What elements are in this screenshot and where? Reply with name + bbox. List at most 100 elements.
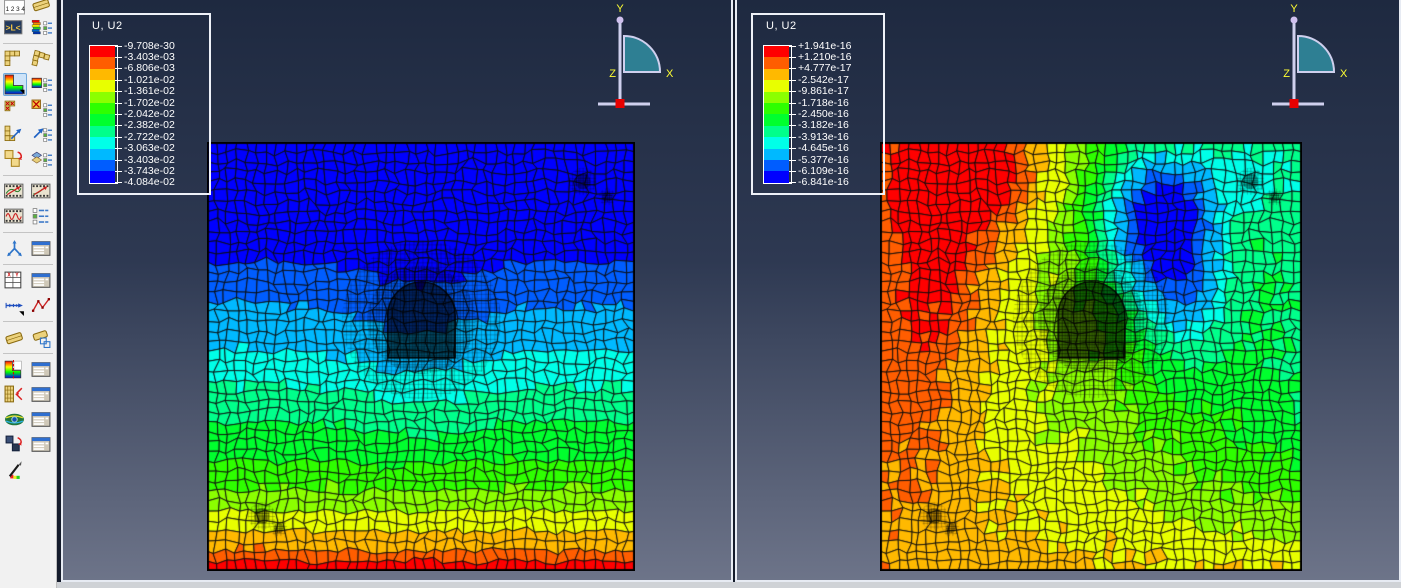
legend-tick <box>789 103 796 104</box>
plycopy-icon <box>31 327 52 348</box>
contour-options-button[interactable] <box>30 73 54 96</box>
stream-plot-button[interactable] <box>3 408 27 431</box>
triad-origin-icon <box>1290 99 1299 108</box>
triarrow-icon <box>4 238 25 259</box>
legend-value: -9.708e-30 <box>124 41 175 52</box>
legend-tick <box>789 114 796 115</box>
free-body-manager-button[interactable] <box>30 383 54 406</box>
legend-tick <box>789 68 796 69</box>
viewport-left[interactable]: U, U2 -9.708e-30-3.403e-03-6.806e-03-1.0… <box>61 0 733 582</box>
plot-contours-button[interactable] <box>3 73 27 96</box>
view-triad-left: Y Z X <box>583 0 723 112</box>
legend-tick <box>115 137 122 138</box>
free-body-cut-button[interactable] <box>3 383 27 406</box>
stream-options-button[interactable] <box>30 408 54 431</box>
legend-tick <box>789 160 796 161</box>
contour-plot-right[interactable] <box>880 142 1302 571</box>
checklist-icon <box>31 206 52 227</box>
triad-x-label: X <box>666 68 674 80</box>
legend-tick <box>789 46 796 47</box>
legend-tick <box>115 125 122 126</box>
symbol-options-button[interactable] <box>30 98 54 121</box>
contourcut-icon <box>4 359 25 380</box>
orientation-options-button[interactable] <box>30 123 54 146</box>
annotate-button[interactable] <box>3 458 27 481</box>
legend-swatch <box>764 103 789 114</box>
legend-value: -9.861e-17 <box>798 86 849 97</box>
xy-data-table-button[interactable]: XY <box>3 269 27 292</box>
legend-value: -6.806e-03 <box>124 63 175 74</box>
legend-value: +1.941e-16 <box>798 41 851 52</box>
ply-stack-options-button[interactable] <box>30 326 54 349</box>
toolbar-row <box>0 325 56 350</box>
viewcut-icon <box>4 384 25 405</box>
plot-state-manager-button[interactable] <box>30 433 54 456</box>
triad-quarter-disc-icon <box>1298 36 1334 72</box>
legend-swatch <box>90 149 115 160</box>
animation-options-button[interactable] <box>30 205 54 228</box>
plot-undeformed-shape-button[interactable] <box>3 48 27 71</box>
speclist-icon <box>31 17 52 38</box>
legend-value: -3.913e-16 <box>798 132 849 143</box>
window-edge <box>57 582 1401 588</box>
copy-plot-state-button[interactable] <box>3 433 27 456</box>
animate-harmonic-button[interactable] <box>3 205 27 228</box>
legend-tick <box>115 57 122 58</box>
toolbar-row <box>0 407 56 432</box>
toolbar-row <box>0 72 56 97</box>
toolbar-row: >L< <box>0 15 56 40</box>
ply-stack-plot-button[interactable] <box>3 326 27 349</box>
plot-material-orientations-button[interactable] <box>3 123 27 146</box>
toolbar-row <box>0 204 56 229</box>
xy-plot-button[interactable] <box>30 294 54 317</box>
create-field-output-button[interactable] <box>3 237 27 260</box>
symbolsL-icon <box>4 99 25 120</box>
legend-swatch <box>764 160 789 171</box>
filmsine-icon <box>4 206 25 227</box>
animation-vcr-button[interactable]: >L< <box>3 16 27 39</box>
legend-right: U, U2 +1.941e-16+1.210e-16+4.777e-17-2.5… <box>751 13 885 195</box>
legend-tick <box>115 160 122 161</box>
legend-tick <box>115 80 122 81</box>
pen-icon <box>5 459 26 480</box>
legend-value: -5.377e-16 <box>798 155 849 166</box>
triad-origin-icon <box>616 99 625 108</box>
xytable-icon: XY <box>4 270 25 291</box>
toolbar-row <box>0 357 56 382</box>
legend-swatch <box>764 171 789 182</box>
frame-counter-button[interactable]: 1 2 3 4 <box>3 0 27 15</box>
contour-cut-button[interactable] <box>3 358 27 381</box>
allow-multiple-plot-states-button[interactable] <box>3 148 27 171</box>
view-triad-right: Y Z X <box>1257 0 1397 112</box>
triad-x-label: X <box>1340 68 1348 80</box>
plot-symbols-button[interactable] <box>3 98 27 121</box>
legend-tick <box>789 57 796 58</box>
legend-value: -3.063e-02 <box>124 143 175 154</box>
svg-text:>L<: >L< <box>6 23 21 33</box>
toolbar-row <box>0 457 56 482</box>
legend-left: U, U2 -9.708e-30-3.403e-03-6.806e-03-1.0… <box>77 13 211 195</box>
viewport-right[interactable]: U, U2 +1.941e-16+1.210e-16+4.777e-17-2.5… <box>735 0 1401 582</box>
contour-plot-left[interactable] <box>207 142 635 571</box>
overlay-options-button[interactable] <box>30 148 54 171</box>
view-cut-manager-button[interactable] <box>30 358 54 381</box>
create-path-button[interactable] <box>3 294 27 317</box>
legend-value: -1.021e-02 <box>124 75 175 86</box>
plot-deformed-shape-button[interactable] <box>30 48 54 71</box>
legend-tick <box>115 46 122 47</box>
triad-y-label: Y <box>1290 3 1298 15</box>
animate-time-history-button[interactable] <box>3 180 27 203</box>
section-plane-button[interactable] <box>30 0 54 15</box>
triad-tip-icon <box>1291 17 1298 24</box>
patharrow-icon <box>4 295 25 316</box>
xy-data-manager-button[interactable] <box>30 269 54 292</box>
animate-scale-factor-button[interactable] <box>30 180 54 203</box>
legend-value: -3.403e-02 <box>124 155 175 166</box>
legend-swatch <box>90 137 115 148</box>
toolbar-row: XY <box>0 268 56 293</box>
blocksL-icon <box>4 49 25 70</box>
legend-value: -6.109e-16 <box>798 166 849 177</box>
spectrum-manager-button[interactable] <box>30 16 54 39</box>
legend-swatch <box>90 126 115 137</box>
field-output-dialog-button[interactable] <box>30 237 54 260</box>
